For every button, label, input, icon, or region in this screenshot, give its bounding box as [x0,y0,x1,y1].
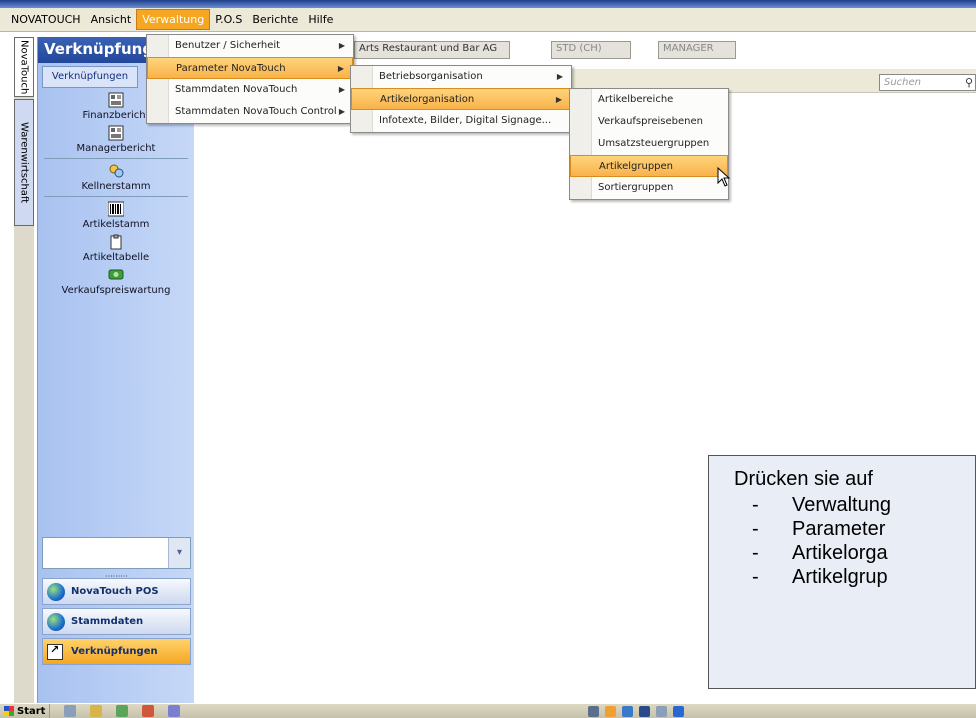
currency-field: STD (CH) [551,41,631,59]
report-icon [108,125,124,141]
instruction-step: - Parameter [752,518,886,540]
chrome-icon[interactable] [142,705,155,717]
system-tray [588,706,690,717]
submenu-arrow-icon: ▶ [337,64,344,73]
sidebar-item-label: Artikelstamm [82,219,150,230]
tray-icon[interactable] [639,706,650,717]
tray-icon[interactable] [673,706,684,717]
instruction-callout: Drücken sie auf - Verwaltung - Parameter -… [708,455,976,689]
nav-button-novatouch-pos[interactable]: NovaTouch POS [42,578,191,605]
shortcut-icon [47,643,63,660]
tray-icon[interactable] [656,706,667,717]
vtab-warenwirtschaft[interactable]: Warenwirtschaft [14,99,34,226]
search-input[interactable]: Suchen ⚲ [879,74,976,91]
company-field: Arts Restaurant und Bar AG [354,41,510,59]
sidebar-item-label: Finanzbericht [82,110,150,121]
menu-item-sortiergruppen[interactable]: Sortiergruppen [570,177,728,199]
menu-ansicht[interactable]: Ansicht [86,10,137,29]
price-icon [108,269,124,280]
verwaltung-menu: Benutzer / Sicherheit ▶ Parameter NovaTou… [146,34,354,124]
sidebar-combobox[interactable]: ▾ [42,537,191,569]
barcode-icon [108,201,124,217]
globe-icon [47,582,65,601]
sidebar-item-artikelstamm[interactable]: Artikelstamm [38,201,194,230]
instruction-step: - Verwaltung [752,494,891,516]
menu-pos[interactable]: P.O.S [210,10,247,29]
tray-icon[interactable] [605,706,616,717]
tray-icon[interactable] [622,706,633,717]
waiters-icon [109,164,124,178]
sidebar-divider [44,196,188,197]
menu-item-betriebsorganisation[interactable]: Betriebsorganisation ▶ [351,66,571,88]
submenu-arrow-icon: ▶ [338,107,345,116]
menu-item-stammdaten-novatouch-control[interactable]: Stammdaten NovaTouch Control ▶ [147,101,353,123]
role-field: MANAGER [658,41,736,59]
menu-item-benutzer-sicherheit[interactable]: Benutzer / Sicherheit ▶ [147,35,353,57]
windows-logo-icon [4,706,14,716]
nav-button-label: Stammdaten [71,616,144,627]
submenu-arrow-icon: ▶ [338,85,345,94]
globe-icon [47,612,65,631]
parameter-menu: Betriebsorganisation ▶ Artikelorganisatio… [350,65,572,133]
sidebar-divider [44,158,188,159]
taskbar: Start [0,703,976,718]
window-top-edge [0,0,976,8]
submenu-arrow-icon: ▶ [338,41,345,50]
sidebar-item-artikeltabelle[interactable]: Artikeltabelle [38,234,194,263]
folder-icon[interactable] [90,705,103,717]
menu-item-artikelorganisation[interactable]: Artikelorganisation ▶ [351,88,571,110]
tray-icon[interactable] [588,706,599,717]
nav-button-label: Verknüpfungen [71,646,158,657]
nav-button-label: NovaTouch POS [71,586,159,597]
quicklaunch-icon[interactable] [64,705,77,717]
instruction-step: - Artikelorga [752,542,888,564]
sidebar-item-managerbericht[interactable]: Managerbericht [38,125,194,154]
menu-verwaltung[interactable]: Verwaltung [136,9,211,30]
menu-novatouch[interactable]: NOVATOUCH [6,10,86,29]
sidebar-item-label: Kellnerstamm [81,181,151,192]
sidebar-item-verkaufspreiswartung[interactable]: Verkaufspreiswartung [38,267,194,296]
instruction-heading: Drücken sie auf [734,468,873,490]
nav-button-stammdaten[interactable]: Stammdaten [42,608,191,635]
sidebar-item-label: Artikeltabelle [82,252,150,263]
start-label: Start [17,705,46,717]
menu-item-stammdaten-novatouch[interactable]: Stammdaten NovaTouch ▶ [147,79,353,101]
vertical-tab-strip: NovaTouch Warenwirtschaft [14,37,34,707]
menu-item-verkaufspreisebenen[interactable]: Verkaufspreisebenen [570,111,728,133]
report-icon [108,92,124,108]
menu-item-artikelgruppen[interactable]: Artikelgruppen [570,155,728,177]
submenu-arrow-icon: ▶ [556,72,563,81]
menubar: NOVATOUCH Ansicht Verwaltung P.O.S Beric… [0,8,976,32]
menu-hilfe[interactable]: Hilfe [303,10,338,29]
sidebar: Verknüpfungen Verknüpfungen Finanzberich… [37,37,194,707]
nav-button-verknuepfungen[interactable]: Verknüpfungen [42,638,191,665]
artikelorganisation-menu: Artikelbereiche Verkaufspreisebenen Umsa… [569,88,729,200]
sidebar-subtab[interactable]: Verknüpfungen [42,66,138,88]
search-icon[interactable]: ⚲ [965,75,973,90]
instruction-steps: - Verwaltung - Parameter - Artikelorga - Art… [734,493,975,589]
vtab-novatouch[interactable]: NovaTouch [14,37,34,97]
submenu-arrow-icon: ▶ [555,95,562,104]
browser-icon[interactable] [116,705,129,717]
instruction-step: - Artikelgrup [752,566,888,588]
clipboard-icon [110,234,122,250]
menu-item-umsatzsteuergruppen[interactable]: Umsatzsteuergruppen [570,133,728,155]
menu-berichte[interactable]: Berichte [247,10,303,29]
sidebar-item-label: Managerbericht [76,143,156,154]
start-button[interactable]: Start [0,704,51,718]
app-window-icon[interactable] [168,705,181,717]
sidebar-item-label: Verkaufspreiswartung [61,285,171,296]
chevron-down-icon[interactable]: ▾ [168,538,190,568]
menu-item-artikelbereiche[interactable]: Artikelbereiche [570,89,728,111]
mouse-cursor-icon [717,167,731,187]
menu-item-infotexte[interactable]: Infotexte, Bilder, Digital Signage... [351,110,571,132]
sidebar-item-kellnerstamm[interactable]: Kellnerstamm [38,163,194,192]
search-placeholder: Suchen [884,77,922,88]
menu-item-parameter-novatouch[interactable]: Parameter NovaTouch ▶ [147,57,353,79]
